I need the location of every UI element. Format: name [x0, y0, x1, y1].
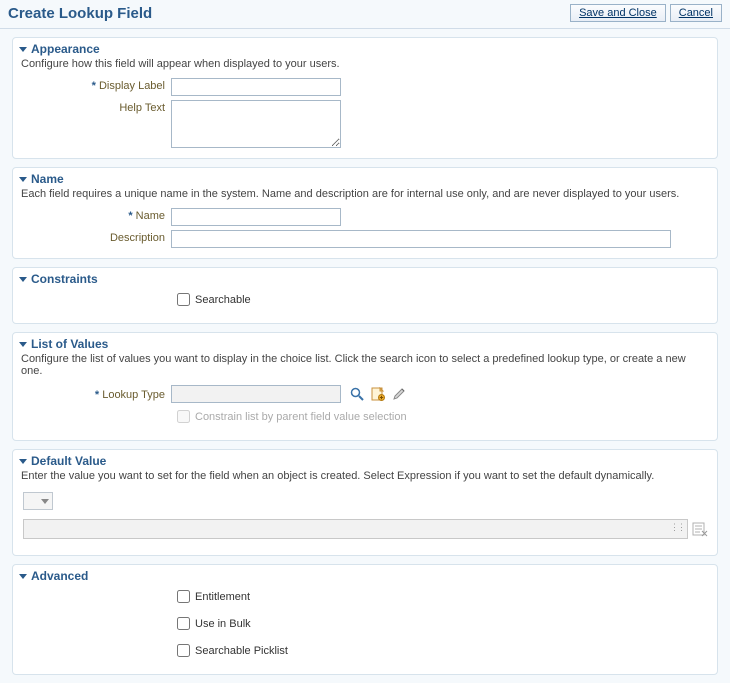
- searchable-label: Searchable: [195, 294, 251, 306]
- section-list-of-values: List of Values Configure the list of val…: [12, 332, 718, 441]
- section-default-value: Default Value Enter the value you want t…: [12, 449, 718, 556]
- name-label: * Name: [21, 208, 171, 222]
- section-name: Name Each field requires a unique name i…: [12, 167, 718, 259]
- default-value-input: [23, 519, 688, 539]
- section-title: Constraints: [31, 272, 98, 286]
- section-advanced: Advanced Entitlement Use in Bulk Searcha…: [12, 564, 718, 675]
- constrain-checkbox: [177, 410, 190, 423]
- page-title: Create Lookup Field: [8, 5, 152, 22]
- page-header: Create Lookup Field Save and Close Cance…: [0, 0, 730, 29]
- section-appearance: Appearance Configure how this field will…: [12, 37, 718, 159]
- lookup-type-input: [171, 385, 341, 403]
- searchable-picklist-checkbox[interactable]: [177, 644, 190, 657]
- collapse-icon[interactable]: [19, 574, 27, 579]
- create-new-icon[interactable]: [369, 385, 387, 403]
- constrain-label: Constrain list by parent field value sel…: [195, 411, 407, 423]
- name-input[interactable]: [171, 208, 341, 226]
- section-title: Advanced: [31, 569, 88, 583]
- use-in-bulk-label: Use in Bulk: [195, 618, 251, 630]
- collapse-icon[interactable]: [19, 459, 27, 464]
- entitlement-label: Entitlement: [195, 591, 250, 603]
- lookup-type-label: * Lookup Type: [21, 387, 171, 401]
- collapse-icon[interactable]: [19, 277, 27, 282]
- section-desc: Configure the list of values you want to…: [13, 353, 717, 383]
- description-input[interactable]: [171, 230, 671, 248]
- description-label: Description: [21, 230, 171, 244]
- searchable-picklist-label: Searchable Picklist: [195, 645, 288, 657]
- edit-icon[interactable]: [390, 385, 408, 403]
- section-constraints: Constraints Searchable: [12, 267, 718, 324]
- search-icon[interactable]: [348, 385, 366, 403]
- section-title: Appearance: [31, 42, 100, 56]
- help-text-textarea[interactable]: [171, 100, 341, 148]
- display-label-label: * Display Label: [21, 78, 171, 92]
- expression-builder-icon[interactable]: [691, 520, 709, 538]
- section-title: Default Value: [31, 454, 106, 468]
- collapse-icon[interactable]: [19, 47, 27, 52]
- collapse-icon[interactable]: [19, 342, 27, 347]
- cancel-button[interactable]: Cancel: [670, 4, 722, 22]
- collapse-icon[interactable]: [19, 177, 27, 182]
- entitlement-checkbox[interactable]: [177, 590, 190, 603]
- use-in-bulk-checkbox[interactable]: [177, 617, 190, 630]
- section-title: List of Values: [31, 337, 108, 351]
- section-title: Name: [31, 172, 64, 186]
- section-desc: Each field requires a unique name in the…: [13, 188, 717, 206]
- section-desc: Configure how this field will appear whe…: [13, 58, 717, 76]
- section-desc: Enter the value you want to set for the …: [13, 470, 717, 488]
- default-value-type-select[interactable]: [23, 492, 53, 510]
- searchable-checkbox[interactable]: [177, 293, 190, 306]
- help-text-label: Help Text: [21, 100, 171, 114]
- save-and-close-button[interactable]: Save and Close: [570, 4, 666, 22]
- header-buttons: Save and Close Cancel: [570, 4, 722, 22]
- display-label-input[interactable]: [171, 78, 341, 96]
